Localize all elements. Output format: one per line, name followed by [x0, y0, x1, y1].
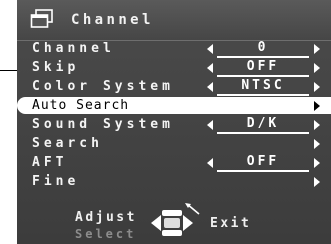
adjust-hint: Adjust	[75, 210, 137, 225]
menu-item-value: NTSC	[217, 78, 309, 96]
page-title: Channel	[71, 12, 154, 28]
arrow-left-icon[interactable]	[207, 63, 213, 73]
menu-item-channel[interactable]: Channel 0	[17, 39, 331, 58]
menu-item-label: Sound System	[32, 117, 174, 132]
menu-item-label: Fine	[32, 174, 80, 189]
arrow-right-icon[interactable]	[314, 63, 320, 73]
arrow-left-icon[interactable]	[207, 158, 213, 168]
menu-item-aft[interactable]: AFT OFF	[17, 153, 331, 172]
menu-item-sound-system[interactable]: Sound System D/K	[17, 115, 331, 134]
arrow-left-icon[interactable]	[207, 120, 213, 130]
arrow-left-icon[interactable]	[207, 44, 213, 54]
menu-item-label: Skip	[32, 60, 80, 75]
menu-item-fine[interactable]: Fine	[17, 172, 331, 191]
menu-window-icon	[30, 9, 53, 28]
arrow-right-icon[interactable]	[314, 139, 320, 149]
menu-item-label: Search	[32, 136, 103, 151]
arrow-right-icon[interactable]	[314, 82, 320, 92]
menu-item-value: D/K	[217, 116, 309, 134]
menu-header: Channel	[17, 0, 331, 41]
dpad-icon	[151, 203, 200, 236]
arrow-right-icon[interactable]	[314, 101, 320, 111]
menu-item-label: AFT	[32, 155, 68, 170]
menu-item-label: Auto Search	[32, 98, 130, 113]
menu-item-skip[interactable]: Skip OFF	[17, 58, 331, 77]
arrow-right-icon[interactable]	[314, 44, 320, 54]
osd-panel: Channel Channel 0 Skip OFF Color System …	[17, 0, 331, 244]
arrow-left-icon[interactable]	[207, 82, 213, 92]
tv-osd-screen: Channel Channel 0 Skip OFF Color System …	[0, 0, 331, 244]
menu-item-value: OFF	[217, 154, 309, 172]
menu-list: Channel 0 Skip OFF Color System NTSC Aut…	[17, 39, 331, 191]
arrow-right-icon[interactable]	[314, 158, 320, 168]
menu-item-label: Channel	[32, 41, 115, 56]
menu-item-value: OFF	[217, 59, 309, 77]
arrow-right-icon[interactable]	[314, 120, 320, 130]
select-hint: Select	[75, 227, 137, 241]
menu-item-search[interactable]: Search	[17, 134, 331, 153]
exit-hint: Exit	[210, 216, 252, 231]
menu-item-color-system[interactable]: Color System NTSC	[17, 77, 331, 96]
menu-item-label: Color System	[32, 79, 174, 94]
menu-item-value: 0	[217, 40, 309, 58]
control-hints: Adjust Select Exit	[17, 200, 331, 244]
menu-item-auto-search[interactable]: Auto Search	[17, 96, 331, 115]
arrow-right-icon[interactable]	[314, 177, 320, 187]
callout-line	[0, 70, 18, 71]
